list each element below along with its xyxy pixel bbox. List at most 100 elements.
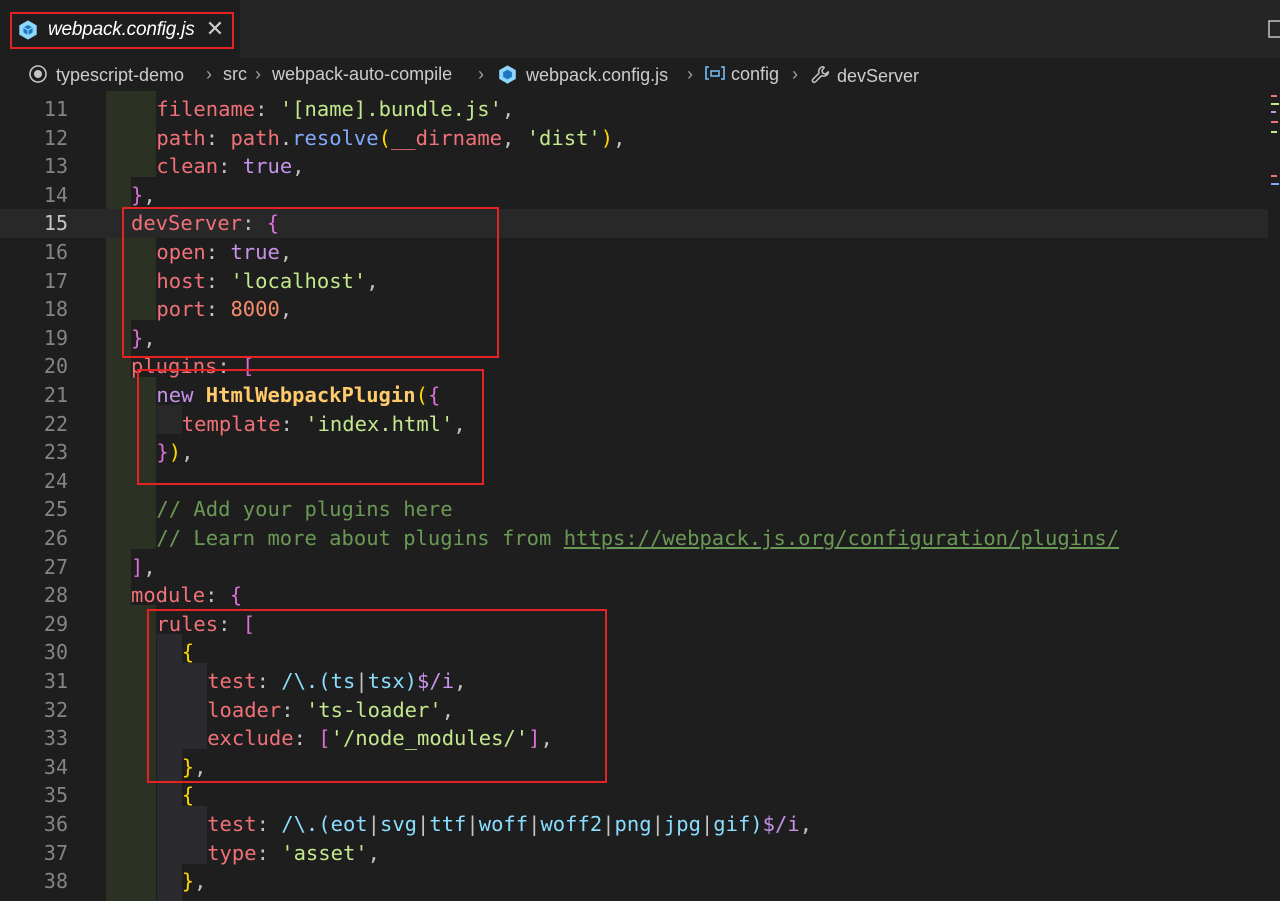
code-line[interactable]: 22 template: 'index.html', — [0, 410, 1268, 439]
close-icon[interactable]: ✕ — [205, 17, 225, 41]
code-line[interactable]: 13 clean: true, — [0, 152, 1268, 181]
repo-circle-icon — [29, 65, 47, 83]
code-line[interactable]: 19}, — [0, 324, 1268, 353]
breadcrumb-item-webpack-auto-compile[interactable]: webpack-auto-compile — [272, 64, 452, 85]
code-token: : — [256, 812, 282, 836]
code-token: clean — [156, 154, 219, 179]
code-token: test — [207, 812, 257, 836]
code-token: { — [181, 783, 195, 808]
line-number: 14 — [43, 182, 68, 207]
code-line[interactable]: 30 { — [0, 638, 1268, 667]
code-token: plugins — [131, 354, 218, 379]
code-text: test: /\.(eot|svg|ttf|woff|woff2|png|jpg… — [207, 810, 812, 839]
code-token: | — [367, 812, 380, 836]
code-token: type — [207, 840, 257, 865]
code-line[interactable]: 26 // Learn more about plugins from https… — [0, 524, 1268, 553]
code-line[interactable]: 15 devServer: { — [0, 209, 1268, 238]
code-token: | — [651, 812, 664, 836]
code-text: path: path.resolve(__dirname, 'dist'), — [156, 124, 625, 153]
code-text: { — [182, 638, 194, 667]
breadcrumb-separator: › — [206, 64, 212, 84]
line-number: 25 — [43, 497, 68, 522]
code-text: type: 'asset', — [207, 839, 380, 868]
code-line[interactable]: 38}, — [0, 867, 1268, 896]
code-line[interactable]: 21 new HtmlWebpackPlugin({ — [0, 381, 1268, 410]
code-line[interactable]: 23}), — [0, 438, 1268, 467]
code-token: , — [502, 125, 527, 150]
code-line[interactable]: 11 filename: '[name].bundle.js', — [0, 95, 1268, 124]
code-token: : — [205, 268, 231, 293]
minimap[interactable] — [1268, 91, 1280, 901]
split-editor-icon[interactable] — [1268, 20, 1280, 38]
code-token: : — [217, 354, 243, 379]
breadcrumb-item-config[interactable]: config — [704, 64, 779, 85]
code-line[interactable]: 27], — [0, 553, 1268, 582]
code-token: /\.(eot — [281, 812, 368, 836]
code-line[interactable]: 35 { — [0, 781, 1268, 810]
breadcrumb-label: webpack.config.js — [526, 65, 669, 85]
line-number: 38 — [43, 869, 68, 894]
breadcrumb-label: webpack-auto-compile — [272, 64, 453, 84]
breadcrumb-item-src[interactable]: src — [223, 64, 247, 85]
code-token: woff2 — [540, 812, 603, 836]
code-text: ], — [131, 553, 156, 582]
code-line[interactable]: 34}, — [0, 753, 1268, 782]
code-text: clean: true, — [156, 152, 304, 181]
code-token: exclude — [207, 726, 294, 751]
code-token: , — [454, 669, 467, 693]
code-line[interactable]: 14}, — [0, 181, 1268, 210]
breadcrumb-item-webpack-config[interactable]: webpack.config.js — [497, 64, 668, 86]
code-line[interactable]: 20 plugins: [ — [0, 352, 1268, 381]
breadcrumb: typescript-demo › src › webpack-auto-com… — [0, 58, 1280, 91]
code-line[interactable]: 33 exclude: ['/node_modules/'], — [0, 724, 1268, 753]
breadcrumb-item-devserver[interactable]: devServer — [810, 64, 919, 87]
code-token: ttf — [429, 812, 467, 836]
minimap-line — [1271, 121, 1278, 123]
code-token: : — [256, 669, 282, 693]
code-line[interactable]: 16 open: true, — [0, 238, 1268, 267]
code-line[interactable]: 25 // Add your plugins here — [0, 495, 1268, 524]
code-token: svg — [380, 812, 418, 836]
breadcrumb-separator: › — [255, 64, 261, 84]
code-token: jpg — [663, 812, 701, 836]
code-token: ( — [378, 125, 391, 150]
code-text: filename: '[name].bundle.js', — [156, 95, 514, 124]
code-token: } — [131, 182, 144, 207]
code-token: ( — [415, 383, 428, 407]
code-line[interactable]: 29 rules: [ — [0, 610, 1268, 639]
code-token: : — [205, 297, 231, 322]
line-number: 28 — [43, 583, 68, 608]
code-token: , — [441, 697, 455, 722]
code-token: // Add your plugins here — [156, 497, 453, 522]
code-link[interactable]: https://webpack.js.org/configuration/plu… — [564, 526, 1119, 550]
code-token: { — [266, 211, 280, 236]
code-token: __dirname — [390, 125, 503, 150]
code-token: . — [279, 125, 293, 150]
breadcrumb-item-typescript-demo[interactable]: typescript-demo — [28, 64, 184, 86]
code-line[interactable]: 24 — [0, 467, 1268, 496]
code-line[interactable]: 17 host: 'localhost', — [0, 267, 1268, 296]
code-text: test: /\.(ts|tsx)$/i, — [207, 667, 466, 696]
tab-bar: webpack.config.js ✕ — [0, 0, 1280, 58]
code-text: // Learn more about plugins from https:/… — [156, 524, 1119, 553]
code-editor[interactable]: 11 filename: '[name].bundle.js', 12 path: p… — [0, 91, 1280, 901]
code-token: : — [242, 211, 267, 236]
line-number: 11 — [43, 97, 68, 121]
code-line[interactable]: 32 loader: 'ts-loader', — [0, 696, 1268, 725]
code-line[interactable]: 36 test: /\.(eot|svg|ttf|woff|woff2|png|j… — [0, 810, 1268, 839]
code-token: , — [366, 268, 379, 293]
code-text: new HtmlWebpackPlugin({ — [156, 381, 440, 410]
tab-webpack-config[interactable]: webpack.config.js ✕ — [0, 0, 240, 58]
code-line[interactable]: 37 type: 'asset', — [0, 839, 1268, 868]
line-number: 23 — [43, 440, 68, 465]
code-text: { — [182, 781, 194, 810]
code-token: rules — [156, 611, 219, 636]
code-token: { — [229, 583, 243, 608]
code-line[interactable]: 28 module: { — [0, 581, 1268, 610]
code-token: ] — [131, 554, 144, 579]
minimap-line — [1271, 175, 1277, 177]
code-line[interactable]: 31 test: /\.(ts|tsx)$/i, — [0, 667, 1268, 696]
code-line[interactable]: 18 port: 8000, — [0, 295, 1268, 324]
code-line[interactable]: 12 path: path.resolve(__dirname, 'dist'), — [0, 124, 1268, 153]
code-token: | — [355, 669, 368, 693]
